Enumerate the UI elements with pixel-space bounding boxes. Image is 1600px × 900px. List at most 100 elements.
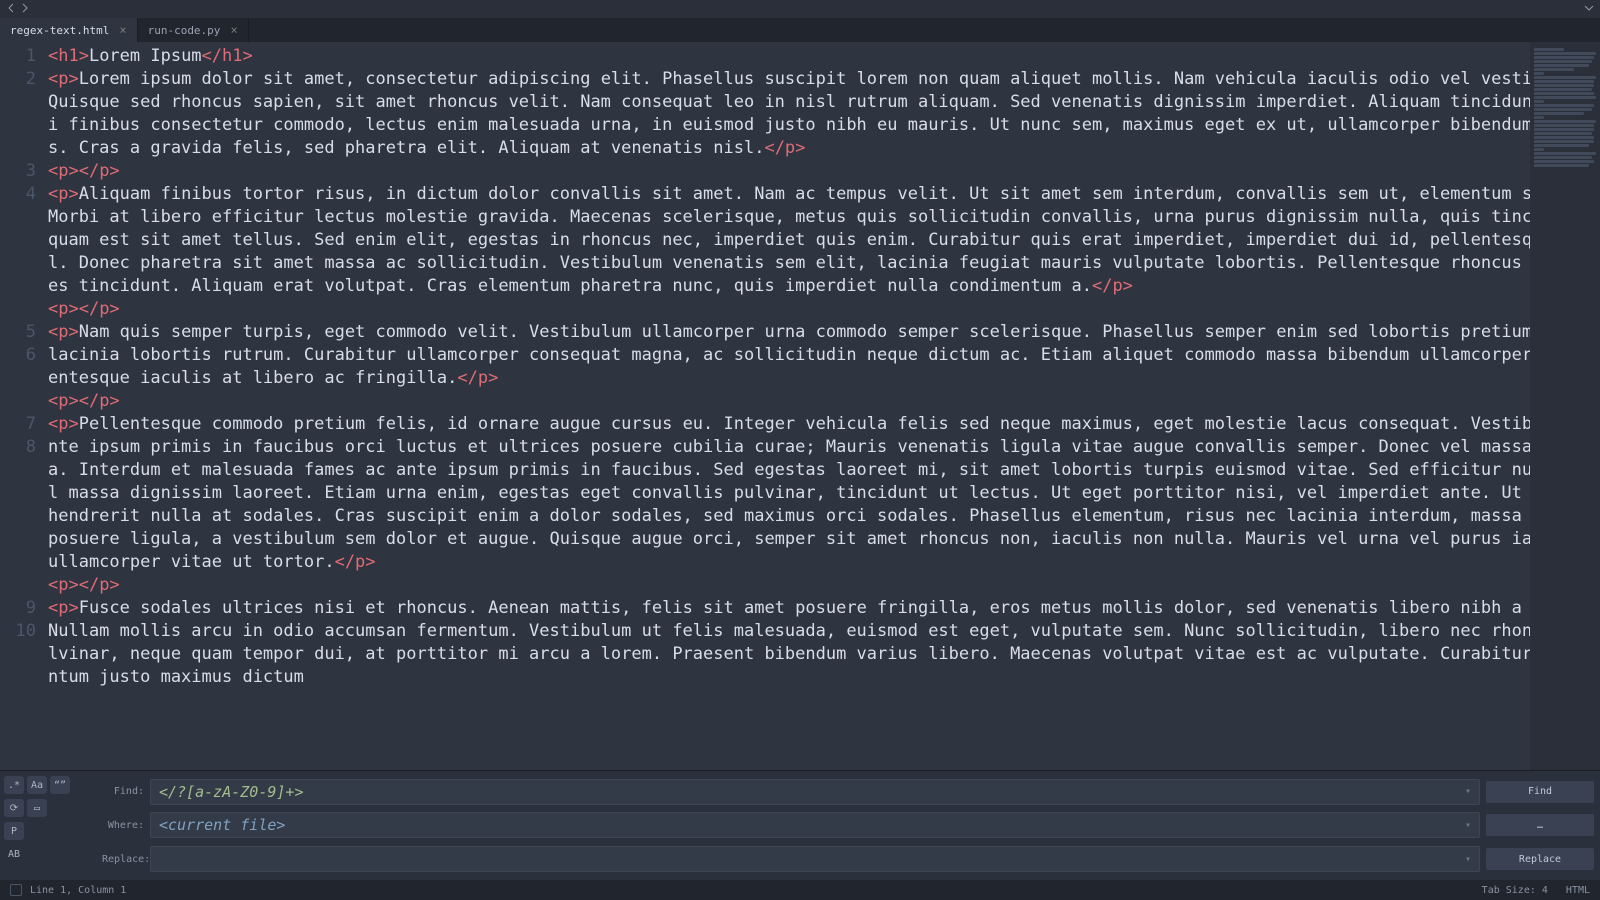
nav-back-icon[interactable] bbox=[6, 3, 16, 16]
minimap-line bbox=[1534, 72, 1544, 75]
cursor-position[interactable]: Line 1, Column 1 bbox=[30, 885, 126, 896]
more-button[interactable]: … bbox=[1486, 814, 1594, 836]
text-content: Fusce sodales ultrices nisi et rhoncus. … bbox=[48, 598, 1594, 687]
line-number: 10 bbox=[0, 620, 44, 712]
html-tag: </p> bbox=[335, 552, 376, 572]
file-tab[interactable]: regex-text.html × bbox=[0, 18, 138, 42]
html-tag: <p> bbox=[48, 414, 79, 434]
regex-toggle[interactable]: .* bbox=[4, 776, 24, 794]
text-content: Aliquam finibus tortor risus, in dictum … bbox=[48, 184, 1600, 296]
chevron-down-icon[interactable] bbox=[1584, 3, 1594, 16]
tab-label: run-code.py bbox=[148, 24, 221, 37]
dropdown-icon[interactable]: ▾ bbox=[1465, 786, 1471, 797]
code-line[interactable]: <p></p> bbox=[48, 160, 1596, 183]
panel-switcher-icon[interactable] bbox=[10, 884, 22, 896]
dropdown-icon[interactable]: ▾ bbox=[1465, 820, 1471, 831]
code-line[interactable]: <p></p> bbox=[48, 574, 1596, 597]
line-number: 1 bbox=[0, 45, 44, 68]
code-line[interactable]: <p>Fusce sodales ultrices nisi et rhoncu… bbox=[48, 597, 1596, 689]
code-line[interactable]: <h1>Lorem Ipsum</h1> bbox=[48, 45, 1596, 68]
minimap-line bbox=[1534, 52, 1596, 55]
html-tag: <p> bbox=[48, 69, 79, 89]
minimap-line bbox=[1534, 116, 1544, 119]
where-label: Where: bbox=[102, 820, 150, 831]
code-line[interactable]: <p>Pellentesque commodo pretium felis, i… bbox=[48, 413, 1596, 574]
line-number: 7 bbox=[0, 413, 44, 436]
minimap-line bbox=[1534, 152, 1596, 155]
line-number: 9 bbox=[0, 597, 44, 620]
find-replace-panel: .* Aa “” ⟳ ▭ P AB Find: </?[a-zA-Z0-9]+>… bbox=[0, 770, 1600, 880]
where-input[interactable]: <current file>▾ bbox=[150, 812, 1480, 838]
whole-word-toggle[interactable]: “” bbox=[50, 776, 70, 794]
line-number: 5 bbox=[0, 321, 44, 344]
minimap-line bbox=[1534, 92, 1594, 95]
line-number: 8 bbox=[0, 436, 44, 597]
code-line[interactable]: <p>Aliquam finibus tortor risus, in dict… bbox=[48, 183, 1596, 298]
show-context-toggle[interactable]: AB bbox=[4, 845, 24, 863]
nav-forward-icon[interactable] bbox=[20, 3, 30, 16]
minimap-line bbox=[1534, 112, 1584, 115]
editor[interactable]: 12345678910 <h1>Lorem Ipsum</h1><p>Lorem… bbox=[0, 42, 1600, 770]
html-tag: </p> bbox=[79, 575, 120, 595]
code-area[interactable]: <h1>Lorem Ipsum</h1><p>Lorem ipsum dolor… bbox=[44, 42, 1600, 770]
html-tag: <p> bbox=[48, 184, 79, 204]
replace-label: Replace: bbox=[102, 854, 150, 865]
tab-bar: regex-text.html × run-code.py × bbox=[0, 18, 1600, 42]
html-tag: </p> bbox=[79, 299, 120, 319]
html-tag: </p> bbox=[79, 161, 120, 181]
html-tag: <p> bbox=[48, 575, 79, 595]
minimap-line bbox=[1534, 64, 1589, 67]
file-tab[interactable]: run-code.py × bbox=[138, 18, 249, 42]
html-tag: </p> bbox=[79, 391, 120, 411]
tab-label: regex-text.html bbox=[10, 24, 109, 37]
minimap[interactable] bbox=[1530, 42, 1600, 770]
minimap-line bbox=[1534, 88, 1592, 91]
close-icon[interactable]: × bbox=[119, 23, 126, 37]
html-tag: <p> bbox=[48, 322, 79, 342]
html-tag: </p> bbox=[457, 368, 498, 388]
html-tag: </p> bbox=[1092, 276, 1133, 296]
html-tag: </p> bbox=[764, 138, 805, 158]
line-number: 4 bbox=[0, 183, 44, 321]
minimap-line bbox=[1534, 68, 1574, 71]
html-tag: <p> bbox=[48, 299, 79, 319]
line-number: 2 bbox=[0, 68, 44, 160]
minimap-line bbox=[1534, 164, 1589, 167]
replace-button[interactable]: Replace bbox=[1486, 848, 1594, 870]
line-gutter: 12345678910 bbox=[0, 42, 44, 770]
find-input[interactable]: </?[a-zA-Z0-9]+>▾ bbox=[150, 779, 1480, 805]
minimap-line bbox=[1534, 136, 1594, 139]
text-content: Lorem ipsum dolor sit amet, consectetur … bbox=[48, 69, 1600, 158]
replace-input[interactable]: ▾ bbox=[150, 846, 1480, 872]
dropdown-icon[interactable]: ▾ bbox=[1465, 854, 1471, 865]
minimap-line bbox=[1534, 100, 1544, 103]
text-content: Lorem Ipsum bbox=[89, 46, 202, 66]
minimap-line bbox=[1534, 104, 1594, 107]
in-selection-toggle[interactable]: ▭ bbox=[27, 799, 47, 817]
preserve-case-toggle[interactable]: P bbox=[4, 822, 24, 840]
find-label: Find: bbox=[102, 786, 150, 797]
minimap-line bbox=[1534, 56, 1594, 59]
text-content: Nam quis semper turpis, eget commodo vel… bbox=[48, 322, 1594, 388]
code-line[interactable]: <p></p> bbox=[48, 298, 1596, 321]
find-button[interactable]: Find bbox=[1486, 781, 1594, 803]
code-line[interactable]: <p></p> bbox=[48, 390, 1596, 413]
case-toggle[interactable]: Aa bbox=[27, 776, 47, 794]
close-icon[interactable]: × bbox=[230, 23, 237, 37]
minimap-line bbox=[1534, 80, 1594, 83]
minimap-line bbox=[1534, 140, 1594, 143]
minimap-line bbox=[1534, 132, 1592, 135]
minimap-line bbox=[1534, 60, 1592, 63]
line-number: 3 bbox=[0, 160, 44, 183]
minimap-line bbox=[1534, 120, 1596, 123]
tab-size[interactable]: Tab Size: 4 bbox=[1482, 885, 1548, 896]
minimap-line bbox=[1534, 48, 1564, 51]
minimap-line bbox=[1534, 76, 1596, 79]
status-bar: Line 1, Column 1 Tab Size: 4 HTML bbox=[0, 880, 1600, 900]
html-tag: <p> bbox=[48, 598, 79, 618]
syntax-mode[interactable]: HTML bbox=[1566, 885, 1590, 896]
code-line[interactable]: <p>Lorem ipsum dolor sit amet, consectet… bbox=[48, 68, 1596, 160]
minimap-line bbox=[1534, 144, 1589, 147]
wrap-toggle[interactable]: ⟳ bbox=[4, 799, 24, 817]
code-line[interactable]: <p>Nam quis semper turpis, eget commodo … bbox=[48, 321, 1596, 390]
